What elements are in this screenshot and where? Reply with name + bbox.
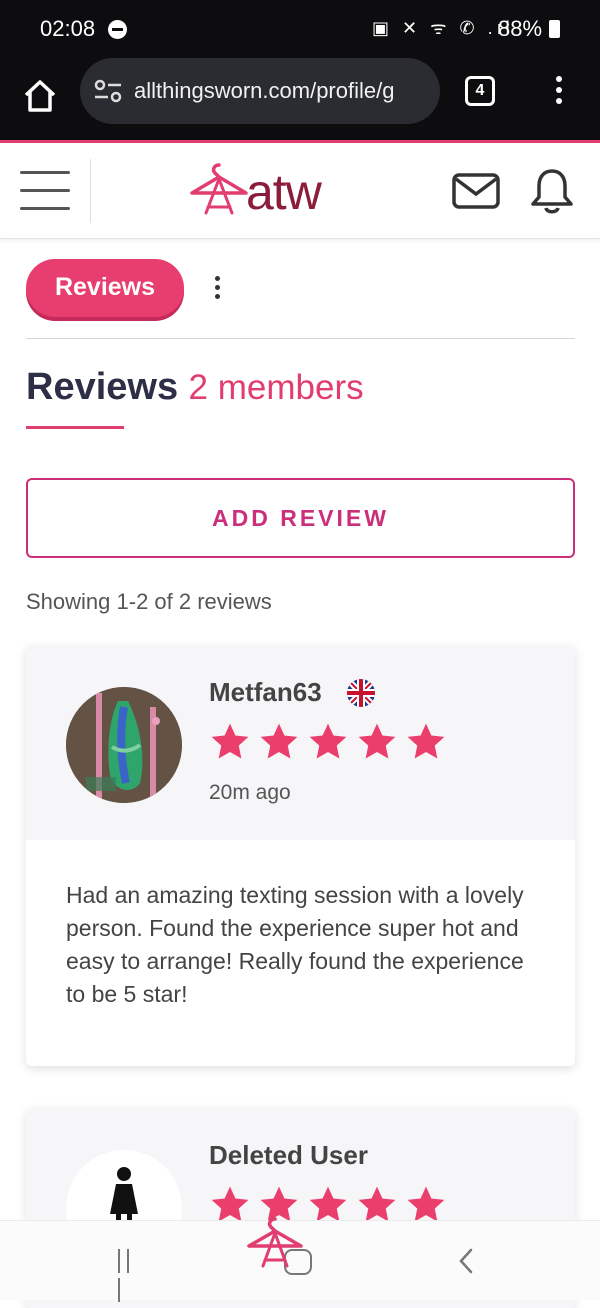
review-card: Metfan63 20m ago Had an amazing texting … [26,645,575,1066]
avatar-image [66,687,182,803]
status-icons: ▣ ✕ ᯤ ✆ .ıl [372,18,514,38]
recents-button[interactable] [118,1249,144,1302]
title-underline [26,426,124,429]
hamburger-icon[interactable] [20,171,70,211]
status-bar: 02:08 ▣ ✕ ᯤ ✆ .ıl 88% [0,0,600,58]
hanger-icon [190,163,248,215]
site-header: atw [0,143,600,239]
star-icon [260,723,298,759]
site-logo[interactable]: atw [188,161,363,221]
address-bar[interactable]: allthingsworn.com/profile/g [80,58,440,124]
dnd-icon [108,20,127,39]
browser-toolbar: allthingsworn.com/profile/g 4 [0,58,600,140]
browser-menu-button[interactable] [552,76,566,108]
section-divider [26,338,575,339]
back-button[interactable] [458,1247,474,1275]
battery-percent: 88% [498,16,543,41]
status-time: 02:08 [40,16,96,41]
star-rating [209,721,454,768]
members-count: 2 members [188,368,364,407]
reviewer-name[interactable]: Deleted User [209,1140,368,1171]
tab-reviews[interactable]: Reviews [26,259,184,317]
star-icon [358,723,396,759]
star-icon [309,723,347,759]
tune-icon[interactable] [94,78,122,104]
floating-hanger-icon[interactable] [246,1216,304,1272]
review-timestamp: 20m ago [209,781,291,804]
review-header: Metfan63 20m ago [26,645,575,840]
logo-wordmark: atw [246,164,322,220]
review-text: Had an amazing texting session with a lo… [66,882,524,1007]
add-review-button[interactable]: ADD REVIEW [26,478,575,558]
page-title-text: Reviews [26,366,179,408]
star-icon [211,723,249,759]
mail-icon[interactable] [452,173,500,209]
bell-icon[interactable] [530,167,574,215]
header-divider [90,159,91,223]
avatar[interactable] [66,687,182,803]
more-options-icon[interactable] [211,276,223,302]
reviewer-name[interactable]: Metfan63 [209,677,322,708]
battery-icon [549,20,560,38]
uk-flag-icon [347,679,375,707]
star-icon [407,723,445,759]
tab-switcher-button[interactable]: 4 [465,76,495,106]
url-text[interactable]: allthingsworn.com/profile/g [134,78,434,104]
home-icon[interactable] [22,78,58,114]
page-title: Reviews 2 members [26,366,364,409]
results-count: Showing 1-2 of 2 reviews [26,589,272,614]
